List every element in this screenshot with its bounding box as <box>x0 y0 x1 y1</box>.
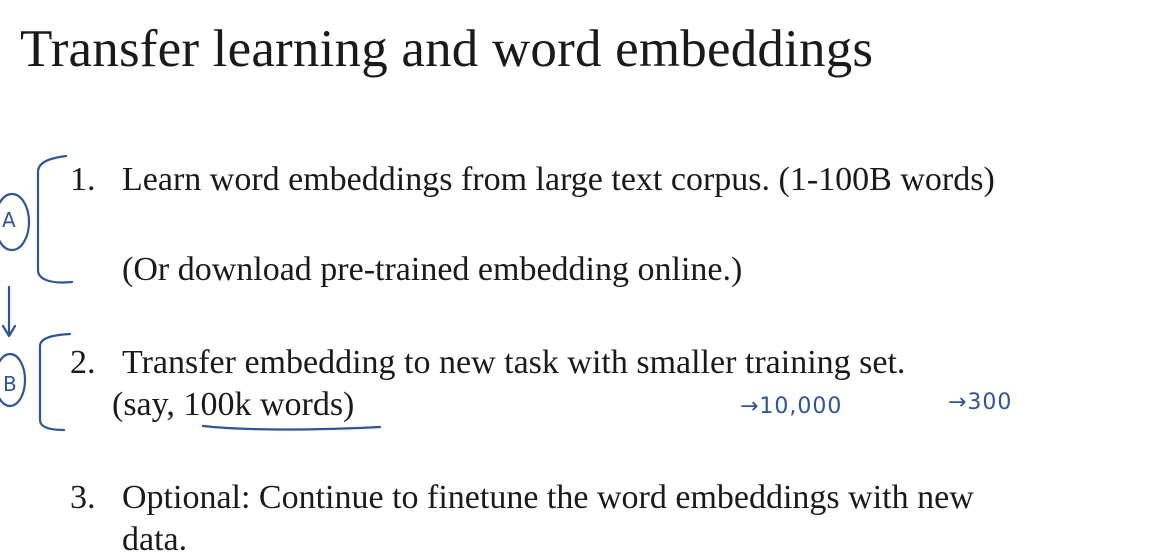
step-3: 3. Optional: Continue to finetune the wor… <box>70 478 974 518</box>
embedding-dim-annotation: →300 <box>948 390 1013 415</box>
underline-100k-words <box>201 424 382 431</box>
step-1: 1. Learn word embeddings from large text … <box>70 160 995 200</box>
step-2-detail-after: ) <box>343 386 355 423</box>
bracket-b <box>38 332 72 432</box>
step-2: 2. Transfer embedding to new task with sm… <box>70 343 905 383</box>
group-b-label: B <box>3 372 18 396</box>
step-2-text: Transfer embedding to new task with smal… <box>122 344 906 381</box>
step-1-number: 1. <box>70 161 96 198</box>
step-3-text: Optional: Continue to finetune the word … <box>122 479 974 516</box>
step-3-continuation: data. <box>122 521 188 558</box>
arrow-a-to-b-icon <box>1 285 17 338</box>
vocab-size-annotation: →10,000 <box>740 394 843 419</box>
step-2-number: 2. <box>70 344 96 381</box>
step-2-detail-underlined: 100k words <box>183 386 344 423</box>
step-3-number: 3. <box>70 479 96 516</box>
step-2-detail: (say, 100k words) <box>112 385 354 425</box>
step-1-text: Learn word embeddings from large text co… <box>122 161 995 198</box>
slide-title: Transfer learning and word embeddings <box>20 20 874 78</box>
step-2-detail-before: (say, <box>112 386 184 423</box>
group-a-label: A <box>2 208 17 232</box>
bracket-a <box>36 154 74 284</box>
step-1-alternative: (Or download pre-trained embedding onlin… <box>122 251 743 288</box>
